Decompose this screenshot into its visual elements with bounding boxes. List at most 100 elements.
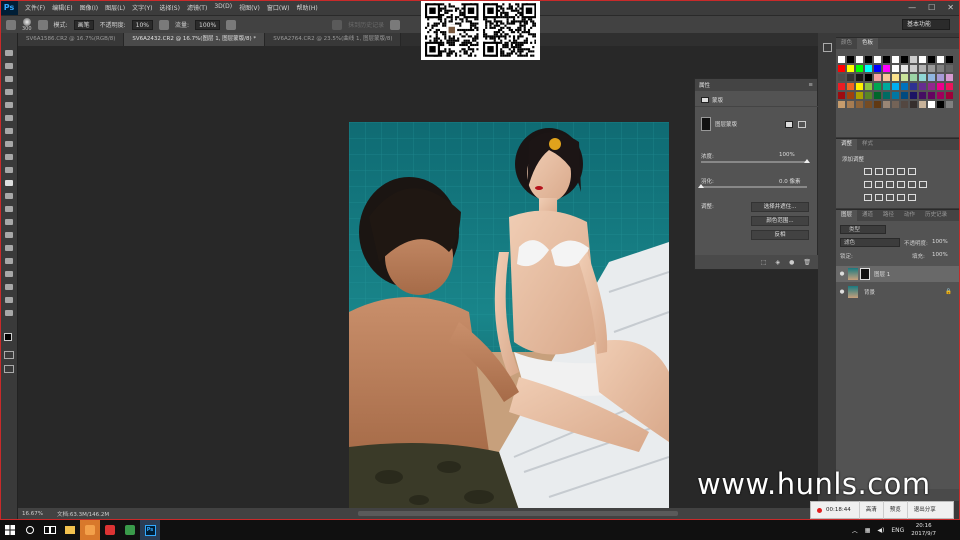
- dodge-tool-icon[interactable]: [4, 218, 14, 226]
- color-swatch[interactable]: [892, 65, 899, 72]
- color-swatch[interactable]: [847, 83, 854, 90]
- color-swatch[interactable]: [847, 92, 854, 99]
- document-tab[interactable]: SV6A1586.CR2 @ 16.7%(RGB/8): [18, 33, 125, 46]
- healing-tool-icon[interactable]: [4, 127, 14, 135]
- panel-tab[interactable]: 通道: [857, 210, 878, 221]
- menu-item[interactable]: 图像(I): [80, 3, 98, 12]
- flow-field[interactable]: 100%: [195, 19, 221, 30]
- color-swatch[interactable]: [883, 65, 890, 72]
- density-slider-thumb[interactable]: [804, 159, 810, 163]
- color-lookup-icon[interactable]: [919, 181, 927, 188]
- menu-item[interactable]: 滤镜(T): [187, 3, 207, 12]
- select-and-mask-button[interactable]: 选择并遮住...: [751, 202, 809, 212]
- file-explorer-icon[interactable]: [60, 520, 80, 540]
- color-swatch[interactable]: [874, 56, 881, 63]
- move-tool-icon[interactable]: [4, 49, 14, 57]
- color-swatch[interactable]: [838, 92, 845, 99]
- curves-icon[interactable]: [886, 168, 894, 175]
- color-swatch[interactable]: [919, 92, 926, 99]
- hue-sat-icon[interactable]: [864, 181, 872, 188]
- color-swatch[interactable]: [919, 83, 926, 90]
- color-swatch[interactable]: [838, 65, 845, 72]
- history-brush-tool-icon[interactable]: [4, 166, 14, 174]
- color-swatch[interactable]: [919, 101, 926, 108]
- color-swatch[interactable]: [901, 101, 908, 108]
- color-swatch[interactable]: [937, 56, 944, 63]
- panel-tab[interactable]: 路径: [878, 210, 899, 221]
- invert-button[interactable]: 反相: [751, 230, 809, 240]
- feather-slider-thumb[interactable]: [698, 184, 704, 188]
- maximize-icon[interactable]: ☐: [928, 3, 935, 12]
- invert-icon[interactable]: [864, 194, 872, 201]
- color-swatch[interactable]: [946, 83, 953, 90]
- pen-tool-icon[interactable]: [4, 231, 14, 239]
- foreground-color[interactable]: [4, 333, 12, 341]
- quick-mask-icon[interactable]: [4, 351, 14, 359]
- vibrance-icon[interactable]: [908, 168, 916, 175]
- mode-select[interactable]: 画笔: [73, 19, 94, 30]
- color-swatch[interactable]: [865, 56, 872, 63]
- color-swatch[interactable]: [865, 101, 872, 108]
- workspace-select[interactable]: 基本功能: [902, 19, 950, 30]
- document-tab[interactable]: SV6A2432.CR2 @ 16.7%(图层 1, 图层蒙版/8) *: [124, 33, 266, 46]
- color-swatch[interactable]: [838, 101, 845, 108]
- color-swatch[interactable]: [910, 65, 917, 72]
- photo-filter-icon[interactable]: [897, 181, 905, 188]
- more-tools-icon[interactable]: [4, 309, 14, 317]
- zoom-level[interactable]: 16.67%: [22, 511, 43, 517]
- search-icon[interactable]: [20, 520, 40, 540]
- volume-icon[interactable]: ◀): [877, 527, 884, 534]
- color-swatch[interactable]: [910, 56, 917, 63]
- color-swatch[interactable]: [874, 101, 881, 108]
- panel-menu-icon[interactable]: ≡: [808, 82, 813, 88]
- color-swatch[interactable]: [928, 74, 935, 81]
- panel-tab[interactable]: 样式: [857, 139, 878, 150]
- document-tab[interactable]: SV6A2764.CR2 @ 23.5%(曲线 1, 图层蒙版/8): [265, 33, 402, 46]
- color-swatch[interactable]: [946, 56, 953, 63]
- path-select-tool-icon[interactable]: [4, 257, 14, 265]
- eye-icon[interactable]: ●: [836, 289, 848, 295]
- color-swatch[interactable]: [883, 56, 890, 63]
- color-swatch[interactable]: [856, 74, 863, 81]
- color-swatch[interactable]: [901, 92, 908, 99]
- layer-filter-select[interactable]: 类型: [840, 225, 886, 234]
- layer-mask-thumbnail[interactable]: [860, 268, 870, 280]
- color-swatch[interactable]: [865, 65, 872, 72]
- color-swatch[interactable]: [892, 83, 899, 90]
- feather-slider[interactable]: [701, 186, 807, 188]
- mask-thumbnail[interactable]: [701, 117, 711, 131]
- panel-tab[interactable]: 色板: [857, 38, 879, 49]
- threshold-icon[interactable]: [886, 194, 894, 201]
- color-swatch[interactable]: [856, 56, 863, 63]
- clone-tool-icon[interactable]: [4, 153, 14, 161]
- color-swatch[interactable]: [946, 74, 953, 81]
- app-icon-green[interactable]: [120, 520, 140, 540]
- shape-tool-icon[interactable]: [4, 270, 14, 278]
- color-swatch[interactable]: [910, 74, 917, 81]
- color-swatch[interactable]: [856, 65, 863, 72]
- color-swatch[interactable]: [856, 101, 863, 108]
- history-panel-icon[interactable]: [823, 43, 832, 52]
- color-swatch[interactable]: [928, 101, 935, 108]
- color-swatch[interactable]: [928, 65, 935, 72]
- color-swatch[interactable]: [910, 83, 917, 90]
- color-swatch[interactable]: [946, 92, 953, 99]
- color-balance-icon[interactable]: [875, 181, 883, 188]
- visibility-icon[interactable]: ●: [789, 259, 794, 266]
- airbrush-icon[interactable]: [226, 19, 237, 30]
- color-swatch[interactable]: [937, 65, 944, 72]
- eraser-tool-icon[interactable]: [6, 19, 16, 30]
- opacity-field[interactable]: 10%: [131, 19, 153, 30]
- color-swatch[interactable]: [892, 92, 899, 99]
- blend-mode-select[interactable]: 滤色: [840, 238, 900, 247]
- color-swatch[interactable]: [892, 56, 899, 63]
- panel-tab[interactable]: 历史记录: [920, 210, 952, 221]
- blur-tool-icon[interactable]: [4, 205, 14, 213]
- photoshop-taskbar-icon[interactable]: Ps: [140, 520, 160, 540]
- preview-button[interactable]: 预览: [882, 501, 907, 519]
- feather-value[interactable]: 0.0 像素: [779, 177, 801, 185]
- menu-item[interactable]: 编辑(E): [52, 3, 72, 12]
- windows-start-icon[interactable]: [0, 520, 20, 540]
- color-swatch[interactable]: [883, 74, 890, 81]
- horizontal-scrollbar[interactable]: [358, 511, 678, 516]
